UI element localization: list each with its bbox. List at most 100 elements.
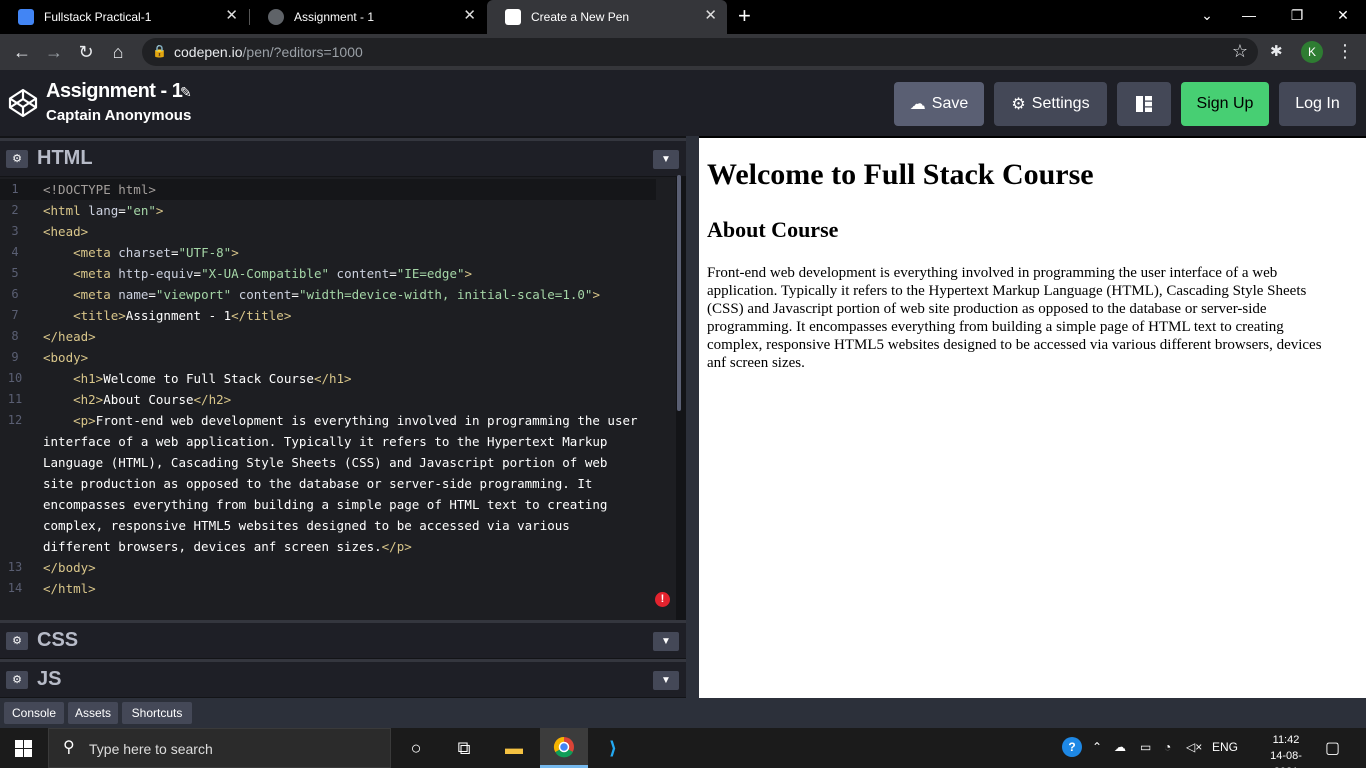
restore-icon[interactable]: ❐ (1282, 5, 1312, 25)
url-text: codepen.io/pen/?editors=1000 (174, 44, 363, 60)
code-line[interactable]: </head> (43, 326, 96, 347)
html-code-editor[interactable]: 1 <!DOCTYPE html> 2 <html lang="en"> 3 <head>… (0, 177, 676, 620)
code-line[interactable]: </body> (43, 557, 96, 578)
line-number: 1 (11, 182, 19, 196)
close-tab-icon[interactable]: ✕ (463, 8, 476, 24)
task-view-icon[interactable]: ⧉ (449, 735, 479, 761)
code-line[interactable]: complex, responsive HTML5 websites desig… (43, 515, 570, 536)
notifications-icon[interactable]: ▢ (1325, 738, 1340, 758)
tab-favicon-icon (18, 9, 34, 25)
code-line[interactable]: <p>Front-end web development is everythi… (43, 410, 637, 431)
browser-tab-create-pen[interactable]: Create a New Pen ✕ (487, 0, 727, 34)
code-line[interactable]: <!DOCTYPE html> (43, 179, 156, 200)
code-line[interactable]: <head> (43, 221, 88, 242)
codepen-footer: Console Assets Shortcuts (0, 698, 1366, 728)
line-number: 9 (11, 350, 19, 364)
volume-muted-icon[interactable]: ◁× (1186, 740, 1202, 754)
code-line[interactable]: site production as opposed to the databa… (43, 473, 592, 494)
code-line[interactable]: Language (HTML), Cascading Style Sheets … (43, 452, 607, 473)
js-panel-title: JS (37, 668, 62, 690)
search-icon: ⚲ (63, 739, 75, 756)
login-button[interactable]: Log In (1279, 82, 1356, 126)
minimize-icon[interactable]: — (1234, 5, 1264, 25)
console-button[interactable]: Console (4, 702, 64, 724)
code-line[interactable]: different browsers, devices anf screen s… (43, 536, 412, 557)
change-view-button[interactable] (1117, 82, 1171, 126)
back-icon[interactable]: ← (10, 41, 34, 63)
settings-button[interactable]: ⚙ Settings (994, 82, 1107, 126)
pen-author: Captain Anonymous (46, 107, 192, 124)
code-line[interactable]: <meta charset="UTF-8"> (43, 242, 239, 263)
extensions-icon[interactable]: ✱ (1270, 42, 1283, 60)
html-settings-gear-icon[interactable]: ⚙ (6, 150, 28, 168)
wifi-icon[interactable]: ◔ (1164, 740, 1171, 754)
tab-title: Assignment - 1 (294, 10, 375, 24)
vscode-icon[interactable]: ⟩ (598, 735, 628, 761)
reload-icon[interactable]: ↻ (74, 41, 98, 63)
line-number: 2 (11, 203, 19, 217)
file-explorer-icon[interactable]: ▬ (499, 735, 529, 761)
chevron-up-icon[interactable]: ⌃ (1092, 740, 1102, 754)
code-line[interactable]: <body> (43, 347, 88, 368)
taskbar-search-box[interactable]: ⚲ Type here to search (48, 728, 391, 768)
clock[interactable]: 11:42 14-08-2021 (1262, 732, 1310, 768)
css-panel-header[interactable]: ⚙ CSS ▼ (0, 620, 686, 658)
cloud-icon[interactable]: ☁ (1114, 740, 1126, 754)
pen-title[interactable]: Assignment - 1 (46, 80, 183, 103)
code-line[interactable]: <meta http-equiv="X-UA-Compatible" conte… (43, 263, 472, 284)
line-number: 7 (11, 308, 19, 322)
editor-scrollbar[interactable] (677, 175, 681, 411)
line-number: 13 (7, 560, 23, 574)
code-line[interactable]: <html lang="en"> (43, 200, 163, 221)
line-number: 8 (11, 329, 19, 343)
chevron-down-icon[interactable]: ▼ (653, 671, 679, 690)
cloud-icon: ☁ (909, 96, 926, 113)
close-window-icon[interactable]: ✕ (1328, 5, 1358, 25)
code-line[interactable]: <title>Assignment - 1</title> (43, 305, 291, 326)
line-number: 5 (11, 266, 19, 280)
close-tab-icon[interactable]: ✕ (225, 8, 238, 24)
close-tab-icon[interactable]: ✕ (704, 8, 717, 24)
save-button[interactable]: ☁ Save (894, 82, 984, 126)
line-number: 10 (7, 371, 23, 385)
battery-icon[interactable]: ▭ (1140, 740, 1151, 754)
address-bar[interactable]: 🔒 codepen.io/pen/?editors=1000 ☆ (142, 38, 1258, 66)
cortana-icon[interactable]: ○ (401, 735, 431, 761)
preview-paragraph: Front-end web development is everything … (707, 265, 1322, 371)
bookmark-star-icon[interactable]: ☆ (1232, 41, 1248, 62)
code-line[interactable]: <meta name="viewport" content="width=dev… (43, 284, 600, 305)
error-indicator-icon[interactable]: ! (655, 592, 670, 607)
shortcuts-button[interactable]: Shortcuts (122, 702, 192, 724)
code-line[interactable]: interface of a web application. Typicall… (43, 431, 607, 452)
browser-menu-icon[interactable]: ⋮ (1336, 40, 1354, 62)
language-indicator[interactable]: ENG (1212, 740, 1238, 754)
codepen-logo-icon[interactable] (8, 88, 38, 118)
chevron-down-icon[interactable]: ▼ (653, 632, 679, 651)
new-tab-icon[interactable]: + (738, 4, 751, 28)
assets-button[interactable]: Assets (68, 702, 118, 724)
profile-avatar[interactable]: K (1301, 41, 1323, 63)
code-line[interactable]: </html> (43, 578, 96, 599)
forward-icon[interactable]: → (42, 41, 66, 63)
chevron-down-icon[interactable]: ▼ (653, 150, 679, 169)
js-panel-header[interactable]: ⚙ JS ▼ (0, 659, 686, 697)
code-line[interactable]: <h2>About Course</h2> (43, 389, 231, 410)
edit-pencil-icon[interactable]: ✎ (180, 84, 192, 101)
lock-icon[interactable]: 🔒 (152, 44, 167, 58)
preview-subheading: About Course (707, 217, 839, 242)
tab-title: Create a New Pen (531, 10, 630, 24)
tab-search-icon[interactable]: ⌄ (1192, 5, 1222, 25)
windows-taskbar: ⚲ Type here to search ○ ⧉ ▬ ⟩ ? ⌃ ☁ ▭ ◔ … (0, 728, 1366, 768)
css-settings-gear-icon[interactable]: ⚙ (6, 632, 28, 650)
help-icon[interactable]: ? (1062, 737, 1082, 757)
code-line[interactable]: encompasses everything from building a s… (43, 494, 607, 515)
chrome-taskbar-button[interactable] (540, 728, 588, 768)
browser-tab-fullstack[interactable]: Fullstack Practical-1 ✕ (0, 0, 248, 34)
js-settings-gear-icon[interactable]: ⚙ (6, 671, 28, 689)
browser-tab-assignment[interactable]: Assignment - 1 ✕ (250, 0, 486, 34)
code-line[interactable]: <h1>Welcome to Full Stack Course</h1> (43, 368, 351, 389)
signup-button[interactable]: Sign Up (1181, 82, 1269, 126)
home-icon[interactable]: ⌂ (106, 41, 130, 63)
resize-handle[interactable] (686, 136, 699, 698)
windows-start-icon[interactable] (15, 740, 32, 757)
